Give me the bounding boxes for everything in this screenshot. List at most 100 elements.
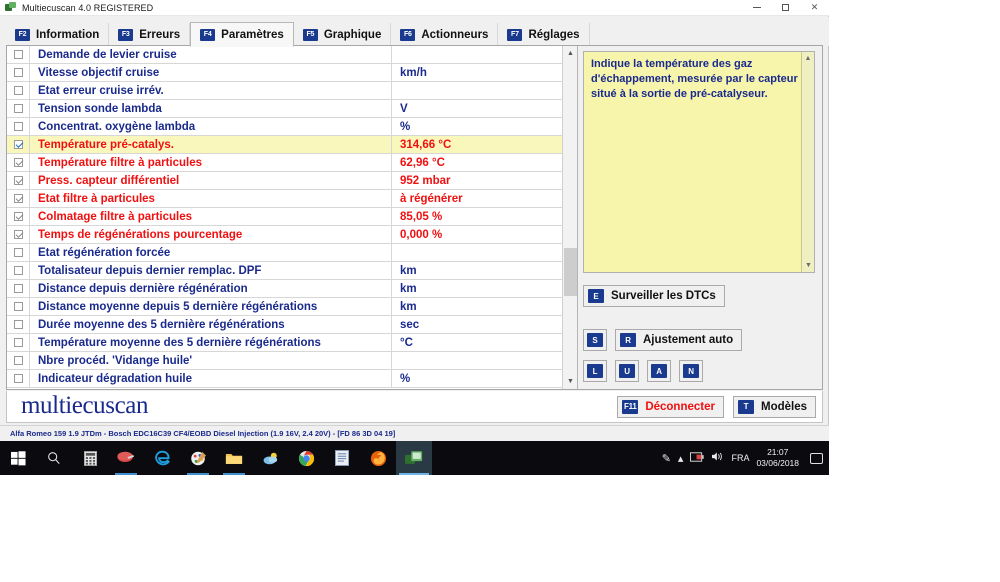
parameter-checkbox[interactable] bbox=[14, 320, 23, 329]
table-row[interactable]: Etat erreur cruise irrév. bbox=[7, 82, 562, 100]
parameter-checkbox[interactable] bbox=[14, 104, 23, 113]
parameter-checkbox-cell[interactable] bbox=[7, 64, 30, 81]
parameter-checkbox[interactable] bbox=[14, 50, 23, 59]
table-row[interactable]: Etat régénération forcée bbox=[7, 244, 562, 262]
parameter-checkbox[interactable] bbox=[14, 266, 23, 275]
table-row[interactable]: Nbre procéd. 'Vidange huile' bbox=[7, 352, 562, 370]
table-row[interactable]: Indicateur dégradation huile% bbox=[7, 370, 562, 388]
parameter-checkbox-cell[interactable] bbox=[7, 46, 30, 63]
parameter-checkbox[interactable] bbox=[14, 140, 23, 149]
windows-start-icon[interactable] bbox=[0, 441, 36, 475]
parameter-checkbox[interactable] bbox=[14, 338, 23, 347]
tab-reglages[interactable]: F7 Réglages bbox=[498, 23, 589, 46]
monitor-dtcs-button[interactable]: E Surveiller les DTCs bbox=[583, 285, 725, 307]
table-row[interactable]: Distance moyenne depuis 5 dernière régén… bbox=[7, 298, 562, 316]
table-row[interactable]: Température moyenne des 5 dernière régén… bbox=[7, 334, 562, 352]
log-button[interactable]: L bbox=[583, 360, 607, 382]
table-row[interactable]: Press. capteur différentiel952 mbar bbox=[7, 172, 562, 190]
paint-icon[interactable] bbox=[108, 441, 144, 475]
pen-icon[interactable]: ✎ bbox=[662, 452, 671, 465]
edge-browser-icon[interactable] bbox=[144, 441, 180, 475]
tab-erreurs[interactable]: F3 Erreurs bbox=[109, 23, 190, 46]
parameters-grid[interactable]: Demande de levier cruiseVitesse objectif… bbox=[7, 46, 562, 389]
tab-information[interactable]: F2 Information bbox=[6, 23, 109, 46]
maximize-button[interactable] bbox=[771, 0, 800, 16]
table-row[interactable]: Demande de levier cruise bbox=[7, 46, 562, 64]
table-row[interactable]: Tension sonde lambdaV bbox=[7, 100, 562, 118]
parameter-checkbox[interactable] bbox=[14, 230, 23, 239]
parameter-checkbox-cell[interactable] bbox=[7, 226, 30, 243]
parameter-checkbox[interactable] bbox=[14, 176, 23, 185]
scrollbar-thumb[interactable] bbox=[564, 248, 577, 296]
notepad-icon[interactable] bbox=[324, 441, 360, 475]
desc-scroll-up-icon[interactable]: ▲ bbox=[802, 52, 814, 65]
multiecuscan-icon[interactable] bbox=[396, 441, 432, 475]
chrome-browser-icon[interactable] bbox=[288, 441, 324, 475]
firefox-browser-icon[interactable] bbox=[360, 441, 396, 475]
parameter-checkbox-cell[interactable] bbox=[7, 208, 30, 225]
scroll-up-icon[interactable]: ▲ bbox=[563, 46, 578, 61]
search-icon[interactable] bbox=[36, 441, 72, 475]
parameter-checkbox-cell[interactable] bbox=[7, 100, 30, 117]
parameter-checkbox-cell[interactable] bbox=[7, 370, 30, 387]
table-row[interactable]: Colmatage filtre à particules85,05 % bbox=[7, 208, 562, 226]
parameter-checkbox[interactable] bbox=[14, 158, 23, 167]
parameter-checkbox[interactable] bbox=[14, 284, 23, 293]
parameter-checkbox[interactable] bbox=[14, 302, 23, 311]
table-row[interactable]: Distance depuis dernière régénérationkm bbox=[7, 280, 562, 298]
none-button[interactable]: N bbox=[679, 360, 703, 382]
taskbar-clock[interactable]: 21:07 03/06/2018 bbox=[756, 447, 799, 469]
scroll-down-icon[interactable]: ▼ bbox=[563, 374, 578, 389]
tab-parametres[interactable]: F4 Paramètres bbox=[190, 22, 294, 47]
unit-button[interactable]: U bbox=[615, 360, 639, 382]
calculator-icon[interactable] bbox=[72, 441, 108, 475]
parameter-checkbox-cell[interactable] bbox=[7, 82, 30, 99]
table-row[interactable]: Température filtre à particules62,96 °C bbox=[7, 154, 562, 172]
parameter-checkbox-cell[interactable] bbox=[7, 136, 30, 153]
parameter-checkbox[interactable] bbox=[14, 122, 23, 131]
parameter-checkbox-cell[interactable] bbox=[7, 298, 30, 315]
models-button[interactable]: T Modèles bbox=[733, 396, 816, 418]
parameter-checkbox[interactable] bbox=[14, 356, 23, 365]
desc-scroll-down-icon[interactable]: ▼ bbox=[802, 259, 815, 272]
volume-icon[interactable] bbox=[711, 451, 724, 465]
parameter-checkbox[interactable] bbox=[14, 212, 23, 221]
chevron-up-icon[interactable]: ▴ bbox=[678, 452, 684, 465]
parameter-checkbox-cell[interactable] bbox=[7, 172, 30, 189]
table-row[interactable]: Concentrat. oxygène lambda% bbox=[7, 118, 562, 136]
all-button[interactable]: A bbox=[647, 360, 671, 382]
parameter-checkbox-cell[interactable] bbox=[7, 280, 30, 297]
parameter-checkbox[interactable] bbox=[14, 68, 23, 77]
tab-actionneurs[interactable]: F6 Actionneurs bbox=[391, 23, 498, 46]
parameter-checkbox-cell[interactable] bbox=[7, 262, 30, 279]
parameter-checkbox-cell[interactable] bbox=[7, 244, 30, 261]
table-row[interactable]: Totalisateur depuis dernier remplac. DPF… bbox=[7, 262, 562, 280]
language-indicator[interactable]: FRA bbox=[731, 453, 749, 463]
parameter-checkbox[interactable] bbox=[14, 86, 23, 95]
parameter-checkbox[interactable] bbox=[14, 374, 23, 383]
parameter-checkbox-cell[interactable] bbox=[7, 118, 30, 135]
save-button[interactable]: S bbox=[583, 329, 607, 351]
parameter-checkbox-cell[interactable] bbox=[7, 316, 30, 333]
tab-graphique[interactable]: F5 Graphique bbox=[294, 23, 392, 46]
parameter-checkbox-cell[interactable] bbox=[7, 154, 30, 171]
table-row[interactable]: Température pré-catalys.314,66 °C bbox=[7, 136, 562, 154]
parameter-checkbox-cell[interactable] bbox=[7, 190, 30, 207]
description-scrollbar[interactable]: ▲ ▼ bbox=[801, 52, 814, 272]
weather-icon[interactable] bbox=[252, 441, 288, 475]
table-row[interactable]: Durée moyenne des 5 dernière régénératio… bbox=[7, 316, 562, 334]
disconnect-button[interactable]: F11 Déconnecter bbox=[617, 396, 724, 418]
grid-vertical-scrollbar[interactable]: ▲ ▼ bbox=[562, 46, 577, 389]
table-row[interactable]: Etat filtre à particulesà régénérer bbox=[7, 190, 562, 208]
battery-alert-icon[interactable] bbox=[690, 452, 704, 465]
parameter-checkbox-cell[interactable] bbox=[7, 334, 30, 351]
parameter-checkbox-cell[interactable] bbox=[7, 352, 30, 369]
table-row[interactable]: Temps de régénérations pourcentage0,000 … bbox=[7, 226, 562, 244]
parameter-checkbox[interactable] bbox=[14, 248, 23, 257]
file-explorer-icon[interactable] bbox=[216, 441, 252, 475]
parameter-checkbox[interactable] bbox=[14, 194, 23, 203]
minimize-button[interactable] bbox=[742, 0, 771, 16]
table-row[interactable]: Vitesse objectif cruisekm/h bbox=[7, 64, 562, 82]
notification-icon[interactable] bbox=[810, 453, 823, 464]
close-button[interactable]: ✕ bbox=[800, 0, 829, 16]
